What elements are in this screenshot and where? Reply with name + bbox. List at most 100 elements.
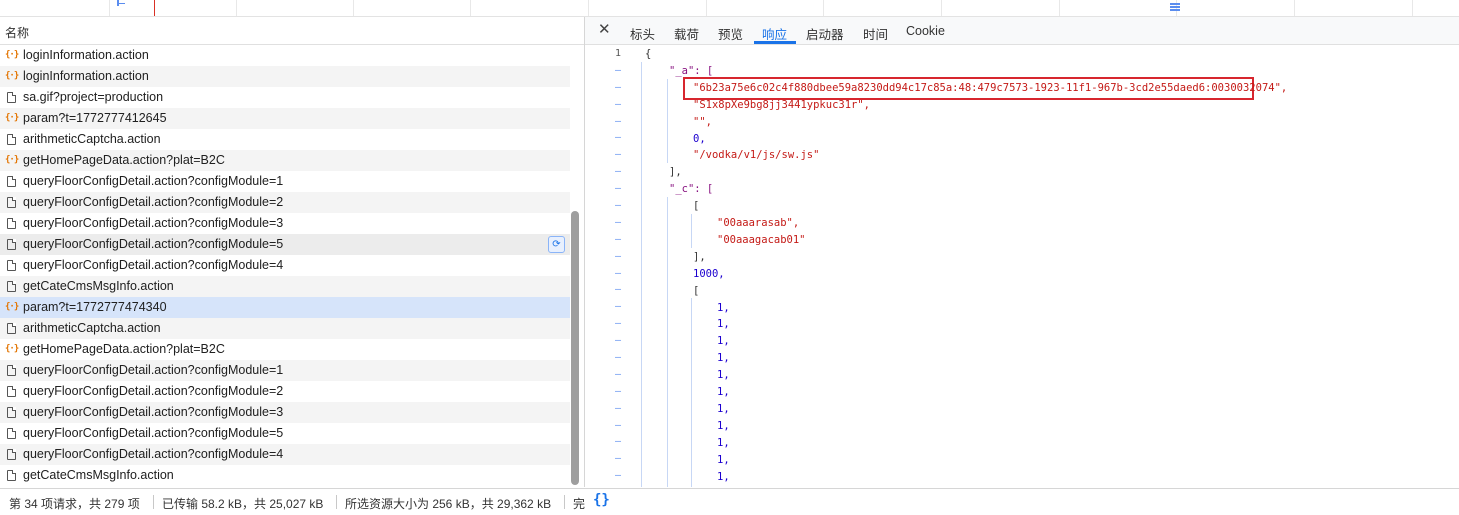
- code-line: ],: [669, 166, 682, 179]
- request-row[interactable]: queryFloorConfigDetail.action?configModu…: [0, 402, 570, 423]
- request-row[interactable]: {·} loginInformation.action: [0, 66, 570, 87]
- network-timeline[interactable]: [0, 0, 1459, 17]
- timeline-divider: [236, 0, 237, 16]
- request-name: queryFloorConfigDetail.action?configModu…: [23, 195, 284, 209]
- timeline-divider: [1059, 0, 1060, 16]
- gutter-line: –: [585, 450, 625, 467]
- request-row[interactable]: {·} param?t=1772777474340: [0, 297, 570, 318]
- document-icon: [7, 449, 16, 460]
- code-line: "00aaarasab",: [717, 217, 800, 229]
- gutter-line: –: [585, 146, 625, 163]
- code-line: 1,: [717, 301, 730, 314]
- tab-timing[interactable]: 时间: [863, 24, 888, 43]
- close-icon[interactable]: ✕: [598, 22, 612, 38]
- request-row[interactable]: queryFloorConfigDetail.action?configModu…: [0, 381, 570, 402]
- tab-payload[interactable]: 载荷: [674, 24, 699, 43]
- tab-preview[interactable]: 预览: [718, 24, 743, 43]
- request-row[interactable]: queryFloorConfigDetail.action?configModu…: [0, 360, 570, 381]
- load-marker: [154, 0, 155, 16]
- line-marker: –: [614, 368, 621, 380]
- gutter-line: –: [585, 349, 625, 366]
- pretty-print-icon[interactable]: {}: [593, 492, 610, 508]
- request-name: arithmeticCaptcha.action: [23, 132, 161, 146]
- document-icon: [7, 365, 16, 376]
- line-marker: –: [614, 284, 621, 296]
- line-marker: –: [614, 453, 621, 465]
- request-row[interactable]: getCateCmsMsgInfo.action: [0, 465, 570, 486]
- request-name: loginInformation.action: [23, 48, 149, 62]
- indent-guide: [667, 79, 668, 163]
- line-marker: –: [614, 64, 621, 76]
- code-line: 1,: [717, 453, 730, 466]
- request-row[interactable]: {·} getHomePageData.action?plat=B2C: [0, 150, 570, 171]
- code-line: "_a": [: [669, 64, 714, 77]
- request-row[interactable]: {·} param?t=1772777412645: [0, 108, 570, 129]
- request-row[interactable]: arithmeticCaptcha.action: [0, 129, 570, 150]
- line-marker: –: [614, 402, 621, 414]
- name-column-header[interactable]: 名称: [0, 17, 584, 45]
- status-separator: [153, 495, 154, 509]
- document-icon: [7, 470, 16, 481]
- timeline-divider: [941, 0, 942, 16]
- gutter-line: –: [585, 129, 625, 146]
- timeline-divider: [1412, 0, 1413, 16]
- fetch-xhr-icon: {·}: [5, 71, 19, 81]
- indent-guide: [667, 197, 668, 487]
- gutter-line: –: [585, 96, 625, 113]
- gutter-line: –: [585, 79, 625, 96]
- gutter-line: –: [585, 315, 625, 332]
- request-row[interactable]: getCateCmsMsgInfo.action: [0, 276, 570, 297]
- fetch-xhr-icon: {·}: [5, 302, 19, 312]
- request-row[interactable]: {·} loginInformation.action: [0, 45, 570, 66]
- request-name: queryFloorConfigDetail.action?configModu…: [23, 447, 284, 461]
- document-icon: [7, 134, 16, 145]
- request-row[interactable]: queryFloorConfigDetail.action?configModu…: [0, 234, 570, 255]
- timeline-bar: [119, 3, 125, 4]
- fetch-xhr-icon: {·}: [5, 155, 19, 165]
- request-row[interactable]: queryFloorConfigDetail.action?configModu…: [0, 171, 570, 192]
- request-row[interactable]: arithmeticCaptcha.action: [0, 318, 570, 339]
- request-row[interactable]: queryFloorConfigDetail.action?configModu…: [0, 213, 570, 234]
- gutter-line: –: [585, 383, 625, 400]
- fetch-xhr-icon: {·}: [5, 113, 19, 123]
- line-marker: –: [614, 166, 621, 178]
- tab-cookies[interactable]: Cookie: [906, 24, 945, 38]
- request-list-scrollbar[interactable]: [571, 211, 579, 485]
- tab-headers[interactable]: 标头: [630, 24, 655, 43]
- request-name: queryFloorConfigDetail.action?configModu…: [23, 174, 284, 188]
- request-row[interactable]: queryFloorConfigDetail.action?configModu…: [0, 255, 570, 276]
- gutter-line: –: [585, 265, 625, 282]
- request-row[interactable]: queryFloorConfigDetail.action?configModu…: [0, 423, 570, 444]
- code-line: ],: [693, 250, 706, 263]
- document-icon: [7, 323, 16, 334]
- gutter-line: –: [585, 332, 625, 349]
- code-line: 1,: [717, 318, 730, 331]
- code-line: "",: [693, 115, 712, 128]
- document-icon: [7, 92, 16, 103]
- request-row[interactable]: {·} getHomePageData.action?plat=B2C: [0, 339, 570, 360]
- code-line: "00aaagacab01": [717, 233, 806, 246]
- gutter-line: –: [585, 298, 625, 315]
- timeline-divider: [1294, 0, 1295, 16]
- timeline-divider: [823, 0, 824, 16]
- tab-initiator[interactable]: 启动器: [806, 24, 844, 43]
- line-marker: –: [614, 436, 621, 448]
- request-row[interactable]: queryFloorConfigDetail.action?configModu…: [0, 192, 570, 213]
- response-body[interactable]: 1 – – – – – – – – – – – – – – – – – – – – – – – – – {"_a": ["6b23…: [585, 45, 1459, 487]
- gutter-line: –: [585, 214, 625, 231]
- code-line: 1,: [717, 369, 730, 382]
- replay-request-icon[interactable]: ⟳: [548, 236, 565, 253]
- line-marker: –: [614, 81, 621, 93]
- line-number-gutter: 1 – – – – – – – – – – – – – – – – – – – – – – – – –: [585, 45, 625, 484]
- code-line: [: [693, 284, 700, 297]
- request-row[interactable]: queryFloorConfigDetail.action?configModu…: [0, 444, 570, 465]
- request-name: sa.gif?project=production: [23, 90, 164, 104]
- code-line: [: [693, 200, 700, 213]
- gutter-line: –: [585, 231, 625, 248]
- request-name: param?t=1772777474340: [23, 300, 167, 314]
- gutter-line: –: [585, 366, 625, 383]
- line-marker: –: [614, 200, 621, 212]
- request-row[interactable]: sa.gif?project=production: [0, 87, 570, 108]
- finish-time: 完: [573, 497, 586, 511]
- gutter-line: –: [585, 433, 625, 450]
